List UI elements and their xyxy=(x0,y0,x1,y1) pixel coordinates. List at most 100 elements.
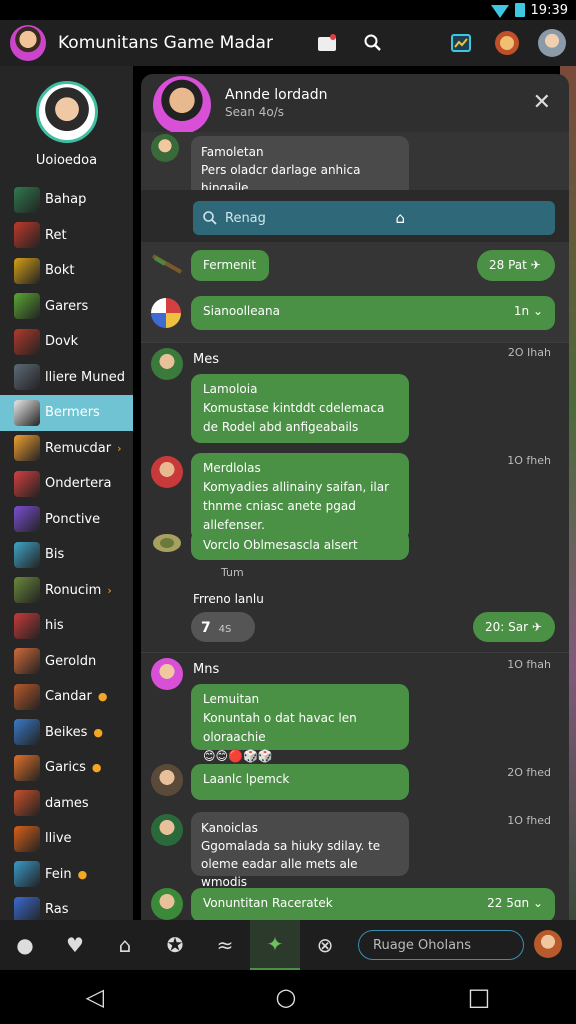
sidebar-item[interactable]: Beikes ● xyxy=(0,715,133,751)
heart-icon[interactable]: ♥ xyxy=(50,920,100,970)
message-bubble[interactable]: Lamoloia Komustase kintddt cdelemaca de … xyxy=(191,374,409,443)
search-placeholder: Renag xyxy=(225,210,266,226)
channel-row[interactable]: Fermenit xyxy=(191,250,269,281)
game-icon xyxy=(14,683,40,710)
sidebar-item[interactable]: Ponctive xyxy=(0,502,133,538)
game-icon xyxy=(14,719,40,746)
sidebar-item[interactable]: Garers xyxy=(0,289,133,325)
plane-icon: ✈ xyxy=(531,620,542,634)
group-pill[interactable]: 7 4S xyxy=(191,612,255,642)
sidebar-item[interactable]: dames xyxy=(0,786,133,822)
sidebar-profile[interactable]: Uoioedoa xyxy=(0,66,133,182)
sidebar-profile-name: Uoioedoa xyxy=(35,152,98,168)
sidebar-item[interactable]: Fein ● xyxy=(0,857,133,893)
header-name: Annde lordadn xyxy=(225,87,328,103)
sidebar-item-label: Garers xyxy=(45,298,89,314)
sidebar-item-label: Fein xyxy=(45,866,72,882)
message-text: Ggomalada sa hiuky sdilay. te oleme eada… xyxy=(201,839,381,889)
sidebar-item[interactable]: Bermers xyxy=(0,395,133,431)
sidebar-item-label: llive xyxy=(45,831,72,847)
sidebar-item-badge: › xyxy=(107,583,112,597)
message-title: Merdlolas xyxy=(203,461,261,475)
guild-icon[interactable]: ✦ xyxy=(250,920,300,970)
sidebar-item[interactable]: Ret xyxy=(0,218,133,254)
sidebar-item[interactable]: Bis xyxy=(0,537,133,573)
message-avatar xyxy=(151,134,179,162)
game-icon xyxy=(14,648,40,675)
house-icon[interactable]: ⌂ xyxy=(100,920,150,970)
close-icon[interactable]: ✕ xyxy=(533,90,551,115)
message-avatar xyxy=(151,658,183,690)
panel-header: Annde lordadn Sean 4o/s ✕ xyxy=(141,74,569,134)
sidebar-item-label: Bokt xyxy=(45,263,75,279)
channel-label: Sianoolleana xyxy=(203,304,280,318)
compose-avatar[interactable] xyxy=(534,930,562,958)
cancel-icon[interactable]: ⊗ xyxy=(300,920,350,970)
sidebar-item-label: his xyxy=(45,618,64,634)
sidebar-item-label: Bermers xyxy=(45,405,100,421)
gamepad-icon[interactable]: ✪ xyxy=(150,920,200,970)
back-icon[interactable]: ◁ xyxy=(86,983,104,1011)
app-title: Komunitans Game Madar xyxy=(58,33,273,53)
message-bubble[interactable]: Laanlc lpemck xyxy=(191,764,409,800)
message-bubble[interactable]: Lemuitan Konuntah o dat havac len oloraa… xyxy=(191,684,409,763)
sidebar-item[interactable]: Bahap xyxy=(0,182,133,218)
weapon-icon xyxy=(151,252,183,276)
home-button-icon[interactable]: ○ xyxy=(275,983,296,1011)
wave-icon[interactable]: ≈ xyxy=(200,920,250,970)
sidebar-item-label: Geroldn xyxy=(45,653,97,669)
sidebar-item[interactable]: Geroldn xyxy=(0,644,133,680)
search-icon[interactable] xyxy=(358,28,388,58)
message-bubble[interactable]: Merdlolas Komyadies allinainy saifan, il… xyxy=(191,453,409,541)
channel-pill[interactable]: 28 Pat ✈ xyxy=(477,250,555,281)
message-time: 2O Ihah xyxy=(507,346,551,359)
sidebar-avatar[interactable] xyxy=(35,80,98,143)
message-text: Komyadies allinainy saifan, ilar thnme c… xyxy=(203,480,390,532)
sidebar-item[interactable]: Garics ● xyxy=(0,750,133,786)
sidebar-item-label: Ret xyxy=(45,227,67,243)
channel-pill[interactable]: 20: Sar ✈ xyxy=(473,612,555,642)
sidebar-item-label: Ondertera xyxy=(45,476,112,492)
message-time: 2O fhed xyxy=(507,766,551,779)
game-icon xyxy=(14,790,40,817)
game-icon xyxy=(14,257,40,284)
system-nav-bar: ◁ ○ □ xyxy=(0,970,576,1024)
app-bar: Komunitans Game Madar xyxy=(0,20,576,66)
sidebar-item-label: dames xyxy=(45,795,89,811)
sidebar-item-badge: ● xyxy=(93,725,103,739)
pill-text: 20: Sar xyxy=(485,620,529,634)
chevron-down-icon[interactable]: ⌄ xyxy=(533,896,543,910)
sidebar-item[interactable]: Dovk xyxy=(0,324,133,360)
map-pin-icon[interactable]: ● xyxy=(0,920,50,970)
channel-row[interactable]: Sianoolleana 1n ⌄ xyxy=(191,296,555,330)
sidebar-item-label: Dovk xyxy=(45,334,79,350)
sidebar-item[interactable]: llive xyxy=(0,821,133,857)
sidebar-item[interactable]: Ronucim › xyxy=(0,573,133,609)
home-icon[interactable]: ⌂ xyxy=(395,209,405,227)
sidebar-item[interactable]: Remucdar › xyxy=(0,431,133,467)
header-avatar[interactable] xyxy=(153,76,211,134)
message-text: Vonuntitan Raceratek xyxy=(203,896,333,910)
game-icon xyxy=(14,328,40,355)
chevron-down-icon[interactable]: ⌄ xyxy=(533,304,543,318)
message-bubble[interactable]: Vorclo Oblmesascla alsert xyxy=(191,530,409,560)
search-input[interactable]: Renag ⌂ xyxy=(193,201,555,235)
achievement-icon[interactable] xyxy=(492,28,522,58)
app-avatar[interactable] xyxy=(10,25,46,61)
sidebar-item-badge: ● xyxy=(91,761,102,775)
sidebar-item[interactable]: lliere Muned xyxy=(0,360,133,396)
sidebar-item[interactable]: his xyxy=(0,608,133,644)
channel-meta: 1n xyxy=(513,304,530,318)
sidebar-item[interactable]: Bokt xyxy=(0,253,133,289)
sidebar-item[interactable]: Candar ● xyxy=(0,679,133,715)
gallery-icon[interactable] xyxy=(446,28,476,58)
message-bubble[interactable]: Vonuntitan Raceratek 22 5ɑn ⌄ xyxy=(191,888,555,920)
notification-icon[interactable] xyxy=(312,28,342,58)
game-icon xyxy=(14,541,40,568)
recents-icon[interactable]: □ xyxy=(468,983,491,1011)
sidebar-item-badge: ● xyxy=(97,690,108,704)
profile-avatar[interactable] xyxy=(538,29,566,57)
message-bubble[interactable]: Kanoiclas Ggomalada sa hiuky sdilay. te … xyxy=(191,812,409,889)
sidebar-item[interactable]: Ondertera xyxy=(0,466,133,502)
compose-input[interactable]: Ruage Oholans xyxy=(358,930,524,960)
